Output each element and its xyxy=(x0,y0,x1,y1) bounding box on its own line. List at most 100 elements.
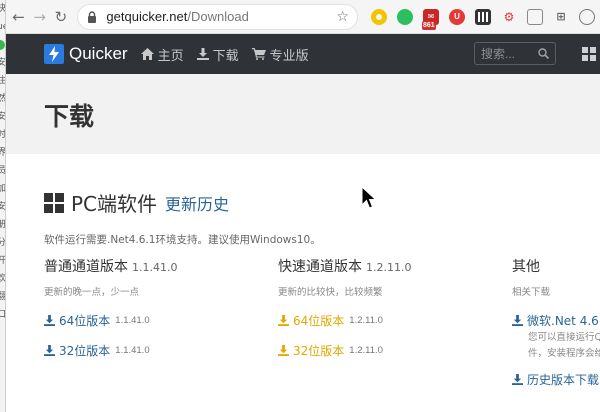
arrow-right-icon: → xyxy=(33,8,46,26)
apps-grid-icon[interactable] xyxy=(582,47,596,61)
strip-char: 快 xyxy=(0,0,5,18)
nav-home[interactable]: 主页 xyxy=(141,45,184,64)
other-title: 其他 xyxy=(512,256,600,276)
download-icon xyxy=(278,345,289,356)
changelog-link[interactable]: 更新历史 xyxy=(165,191,229,215)
reload-icon: ↻ xyxy=(55,8,68,26)
channel-version: 1.1.41.0 xyxy=(132,261,177,274)
circle-extension-icon[interactable] xyxy=(579,9,595,25)
fast-channel-title: 快速通道版本 1.2.11.0 xyxy=(278,256,411,276)
strip-char: 然 xyxy=(0,90,5,108)
strip-char: 翻 xyxy=(0,288,5,306)
normal-channel-title: 普通通道版本1.1.41.0 xyxy=(44,256,177,276)
other-subtitle: 相关下载 xyxy=(512,284,600,298)
nav-pro[interactable]: 专业版 xyxy=(252,45,309,64)
download-version: 1.1.41.0 xyxy=(115,345,149,356)
lock-icon xyxy=(86,11,98,23)
download-version: 1.1.41.0 xyxy=(115,315,149,326)
strip-char: 册 xyxy=(0,216,5,234)
normal-channel-subtitle: 更新的晚一点，少一点 xyxy=(44,284,177,298)
extensions-bar: ✉861 U ⚙ ⊞ xyxy=(366,9,600,25)
bookmark-star-icon[interactable]: ☆ xyxy=(336,9,349,25)
history-link-label[interactable]: 历史版本下载 xyxy=(527,371,599,388)
site-search xyxy=(474,42,556,65)
download-icon xyxy=(44,345,55,356)
strip-char: 口 xyxy=(0,306,5,324)
url-host: getquicker.net xyxy=(106,9,187,24)
strip-char: ue xyxy=(0,18,5,36)
quicker-logo-icon xyxy=(44,44,64,64)
mail-extension-icon[interactable]: ✉861 xyxy=(423,9,439,25)
green-dot-icon xyxy=(0,40,5,50)
reload-button[interactable]: ↻ xyxy=(50,5,71,29)
address-bar[interactable]: getquicker.net/Download ☆ xyxy=(77,4,358,30)
download-icon xyxy=(512,315,523,326)
forward-button[interactable]: → xyxy=(29,5,50,29)
channel-version: 1.2.11.0 xyxy=(366,261,411,274)
tool-extension-icon[interactable]: ⚙ xyxy=(501,9,517,25)
dotnet-link-label[interactable]: 微软.Net 4.6.1 xyxy=(527,312,600,329)
brand-name: Quicker xyxy=(69,44,128,64)
url-path: /Download xyxy=(187,9,248,24)
yellow-ring-extension-icon[interactable] xyxy=(371,9,387,25)
strip-char: 员 xyxy=(0,162,5,180)
other-column: 其他 相关下载 微软.Net 4.6.1 您可以直接运行Quick 件，安装程序… xyxy=(512,256,600,388)
download-icon xyxy=(278,315,289,326)
download-icon xyxy=(44,315,55,326)
qr-code-extension-icon[interactable] xyxy=(475,9,491,25)
download-link-label[interactable]: 32位版本 xyxy=(293,342,344,359)
pc-software-heading: PC端软件 更新历史 xyxy=(44,188,229,217)
download-icon xyxy=(512,374,523,385)
download-content: PC端软件 更新历史 软件运行需要.Net4.6.1环境支持。建议使用Windo… xyxy=(6,154,600,412)
search-input[interactable] xyxy=(481,47,535,61)
download-version: 1.2.11.0 xyxy=(349,315,383,326)
strip-char: 安 xyxy=(0,198,5,216)
fast-channel-subtitle: 更新的比较快，比较频繁 xyxy=(278,284,411,298)
strip-char: 注 xyxy=(0,72,5,90)
dotnet-download[interactable]: 微软.Net 4.6.1 xyxy=(512,312,600,329)
mouse-cursor-icon xyxy=(361,186,377,210)
strip-char: 分 xyxy=(0,234,5,252)
history-download[interactable]: 历史版本下载 xyxy=(512,371,600,388)
channel-title-text: 快速通道版本 xyxy=(278,259,362,275)
search-icon[interactable] xyxy=(538,48,549,59)
windows-icon xyxy=(44,193,64,213)
strip-char: 开 xyxy=(0,252,5,270)
normal-64bit-download[interactable]: 64位版本 1.1.41.0 xyxy=(44,312,177,329)
fast-32bit-download[interactable]: 32位版本 1.2.11.0 xyxy=(278,342,411,359)
unread-badge: 861 xyxy=(422,21,436,30)
nav-download[interactable]: 下载 xyxy=(197,45,239,64)
back-button[interactable]: ← xyxy=(8,5,29,29)
fast-64bit-download[interactable]: 64位版本 1.2.11.0 xyxy=(278,312,411,329)
evernote-extension-icon[interactable] xyxy=(397,9,413,25)
fast-channel-column: 快速通道版本 1.2.11.0 更新的比较快，比较频繁 64位版本 1.2.11.… xyxy=(278,256,411,359)
page-title: 下载 xyxy=(44,97,94,133)
download-link-label[interactable]: 64位版本 xyxy=(59,312,110,329)
url-text: getquicker.net/Download xyxy=(106,9,248,24)
shield-extension-icon[interactable] xyxy=(527,9,543,25)
normal-32bit-download[interactable]: 32位版本 1.1.41.0 xyxy=(44,342,177,359)
nav-download-label: 下载 xyxy=(213,45,239,64)
strip-char: 欢 xyxy=(0,270,5,288)
pc-software-title: PC端软件 xyxy=(71,188,157,217)
download-icon xyxy=(197,48,209,60)
brand[interactable]: Quicker xyxy=(44,44,128,64)
nav-home-label: 主页 xyxy=(158,45,184,64)
download-version: 1.2.11.0 xyxy=(349,345,383,356)
home-icon xyxy=(141,48,154,60)
nav-pro-label: 专业版 xyxy=(270,45,309,64)
download-link-label[interactable]: 64位版本 xyxy=(293,312,344,329)
strip-char: 时 xyxy=(0,126,5,144)
cart-icon xyxy=(252,48,266,60)
download-link-label[interactable]: 32位版本 xyxy=(59,342,110,359)
strip-char: 加 xyxy=(0,180,5,198)
dotnet-note-line2: 件，安装程序会给出提 xyxy=(528,347,600,361)
brave-extension-icon[interactable]: U xyxy=(449,9,465,25)
grid-extension-icon[interactable]: ⊞ xyxy=(553,9,569,25)
site-navbar: Quicker 主页 下载 专业版 xyxy=(6,34,600,74)
page-header: 下载 xyxy=(6,74,600,154)
strip-char: 界 xyxy=(0,144,5,162)
strip-char: 安 xyxy=(0,108,5,126)
arrow-left-icon: ← xyxy=(12,8,25,26)
dotnet-note-line1: 您可以直接运行Quick xyxy=(528,331,600,345)
